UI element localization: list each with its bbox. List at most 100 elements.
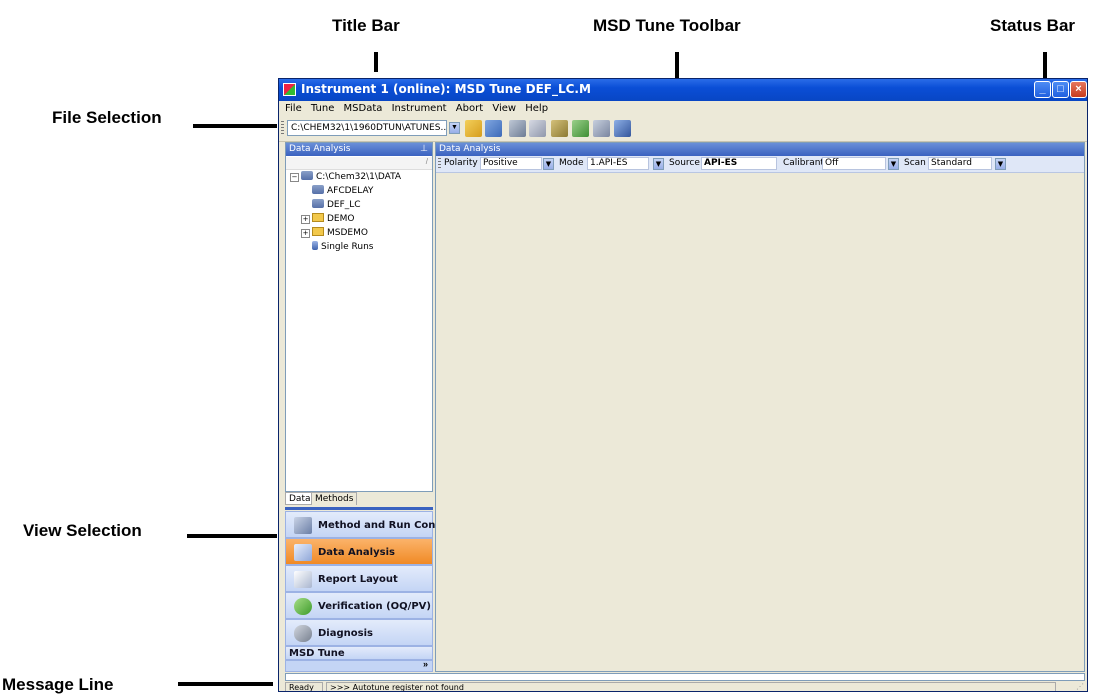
status-bar: Ready >>> Autotune register not found ⋰ <box>279 682 1087 691</box>
scan-label: Scan <box>904 158 926 168</box>
menu-help[interactable]: Help <box>525 103 548 114</box>
tree-item[interactable]: Single Runs <box>312 241 373 253</box>
view-label: Report Layout <box>318 574 398 585</box>
resize-grip-icon[interactable]: ⋰ <box>1076 682 1084 691</box>
toolbar-callout: MSD Tune Toolbar <box>593 16 741 35</box>
report-layout-icon <box>294 571 312 588</box>
tree-toolbar: / <box>286 157 432 170</box>
expand-icon[interactable]: + <box>301 229 310 238</box>
calibrant-dropdown-icon[interactable]: ▼ <box>888 158 899 170</box>
tree-item-label: MSDEMO <box>327 228 368 238</box>
window-title: Instrument 1 (online): MSD Tune DEF_LC.M <box>301 82 591 96</box>
menu-file[interactable]: File <box>285 103 302 114</box>
data-analysis-tree-panel: Data Analysis ⊥ / − C:\Chem32\1\DATA AFCD… <box>285 142 433 492</box>
maximize-icon[interactable]: □ <box>1052 81 1069 98</box>
view-selection-callout-line <box>187 534 277 538</box>
msd-tune-toolbar: C:\CHEM32\1\1960DTUN\ATUNES... ▼ <box>279 117 1087 142</box>
mode-dropdown-icon[interactable]: ▼ <box>653 158 664 170</box>
verification-icon <box>294 598 312 615</box>
view-report-layout[interactable]: Report Layout <box>285 565 433 592</box>
method-run-icon <box>294 517 312 534</box>
calibrant-value[interactable]: Off <box>822 157 886 170</box>
menu-abort[interactable]: Abort <box>456 103 483 114</box>
tree-item[interactable]: DEF_LC <box>312 199 361 211</box>
view-verification[interactable]: Verification (OQ/PV) <box>285 592 433 619</box>
menu-msdata[interactable]: MSData <box>344 103 383 114</box>
status-bar-callout: Status Bar <box>990 16 1076 35</box>
tree-item-label: Single Runs <box>321 242 374 252</box>
tree-root-label: C:\Chem32\1\DATA <box>316 172 402 182</box>
polarity-label: Polarity <box>444 158 478 168</box>
view-msd-tune[interactable]: MSD Tune <box>285 646 433 660</box>
pin-icon[interactable]: ⊥ <box>420 143 428 156</box>
view-label: Diagnosis <box>318 628 373 639</box>
open-folder-icon[interactable] <box>465 120 482 137</box>
tree-scroll-icon[interactable]: / <box>426 157 428 166</box>
data-folder-icon <box>312 185 324 194</box>
title-bar: Instrument 1 (online): MSD Tune DEF_LC.M… <box>279 79 1087 101</box>
tree-item[interactable]: + MSDEMO <box>301 227 368 239</box>
application-window: Instrument 1 (online): MSD Tune DEF_LC.M… <box>278 78 1088 692</box>
nav-overflow-area: » <box>285 659 433 672</box>
menu-tune[interactable]: Tune <box>311 103 334 114</box>
folder-icon <box>312 213 324 222</box>
print-icon[interactable] <box>509 120 526 137</box>
status-state: Ready <box>285 682 323 691</box>
collapse-icon[interactable]: − <box>290 173 299 182</box>
app-icon <box>283 83 296 96</box>
table-icon[interactable] <box>593 120 610 137</box>
chart-icon[interactable] <box>551 120 568 137</box>
tree-item[interactable]: AFCDELAY <box>312 185 373 197</box>
file-selection-callout-line <box>193 124 277 128</box>
calibrant-label: Calibrant <box>783 158 824 168</box>
title-bar-callout-line <box>374 52 378 72</box>
expand-icon[interactable]: + <box>301 215 310 224</box>
left-panel-title: Data Analysis <box>289 144 351 154</box>
scan-value[interactable]: Standard <box>928 157 992 170</box>
tune-icon[interactable] <box>529 120 546 137</box>
source-value: API-ES <box>701 157 777 170</box>
minimize-icon[interactable]: _ <box>1034 81 1051 98</box>
mode-value[interactable]: 1.API-ES <box>587 157 649 170</box>
panel-tabs: Data Methods <box>285 492 433 506</box>
file-selection-combo[interactable]: C:\CHEM32\1\1960DTUN\ATUNES... <box>287 120 447 136</box>
view-label: Data Analysis <box>318 547 395 558</box>
chevron-more-icon[interactable]: » <box>423 659 428 669</box>
view-label: Verification (OQ/PV) <box>318 601 431 612</box>
data-folder-icon <box>312 199 324 208</box>
report-icon[interactable] <box>572 120 589 137</box>
view-method-and-run-control[interactable]: Method and Run Control <box>285 511 455 538</box>
data-analysis-workspace: Data Analysis Polarity Positive ▼ Mode 1… <box>435 142 1085 672</box>
tree-root[interactable]: − C:\Chem32\1\DATA <box>290 171 401 183</box>
title-bar-callout: Title Bar <box>332 16 400 35</box>
menu-view[interactable]: View <box>492 103 516 114</box>
polarity-value[interactable]: Positive <box>480 157 542 170</box>
scan-dropdown-icon[interactable]: ▼ <box>995 158 1006 170</box>
message-line-callout-line <box>178 682 273 686</box>
message-line-callout: Message Line <box>2 675 114 694</box>
view-selection-callout: View Selection <box>23 521 142 540</box>
menu-bar: File Tune MSData Instrument Abort View H… <box>279 101 1087 117</box>
view-data-analysis[interactable]: Data Analysis <box>285 538 433 565</box>
status-toolbar-grip[interactable] <box>438 158 441 170</box>
message-line <box>285 673 1085 681</box>
tree-item-label: DEF_LC <box>327 200 361 210</box>
source-label: Source <box>669 158 700 168</box>
file-selection-callout: File Selection <box>52 108 162 127</box>
splitter[interactable] <box>285 507 433 510</box>
diagnosis-icon <box>294 625 312 642</box>
disk-icon[interactable] <box>614 120 631 137</box>
view-diagnosis[interactable]: Diagnosis <box>285 619 433 646</box>
save-icon[interactable] <box>485 120 502 137</box>
menu-instrument[interactable]: Instrument <box>392 103 447 114</box>
tree-item-label: DEMO <box>327 214 355 224</box>
tab-methods[interactable]: Methods <box>311 492 358 505</box>
toolbar-grip[interactable] <box>281 121 284 136</box>
status-message: >>> Autotune register not found <box>326 682 1056 691</box>
file-selection-dropdown-icon[interactable]: ▼ <box>449 122 460 134</box>
close-icon[interactable]: × <box>1070 81 1087 98</box>
tree-item[interactable]: + DEMO <box>301 213 354 225</box>
polarity-dropdown-icon[interactable]: ▼ <box>543 158 554 170</box>
mode-label: Mode <box>559 158 584 168</box>
data-analysis-icon <box>294 544 312 561</box>
